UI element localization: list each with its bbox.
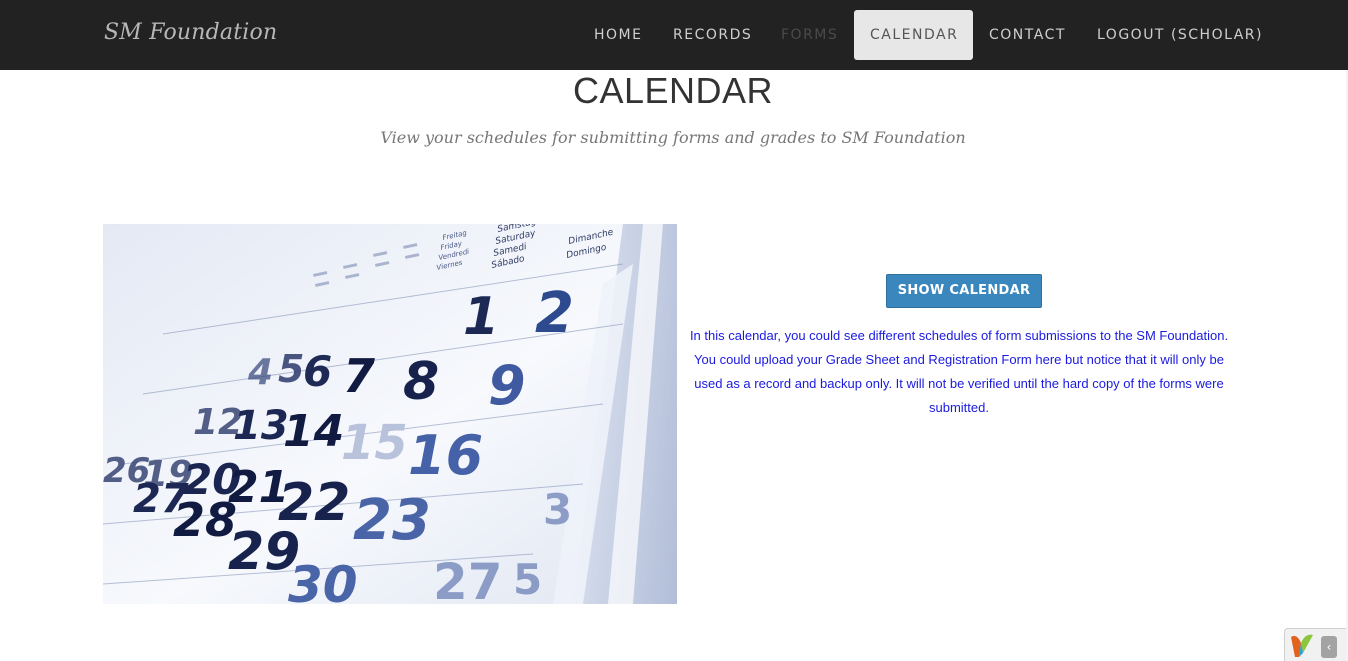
nav-calendar[interactable]: CALENDAR <box>854 10 973 60</box>
nav-records[interactable]: RECORDS <box>673 10 752 60</box>
day-23: 23 <box>353 488 431 553</box>
day-6: 6 <box>303 347 332 396</box>
day-1: 1 <box>463 287 499 347</box>
chevron-left-icon[interactable]: ‹ <box>1321 636 1337 658</box>
nav-contact[interactable]: CONTACT <box>989 10 1066 60</box>
yii-logo-icon <box>1291 634 1313 657</box>
svg-text:5: 5 <box>513 555 542 604</box>
day-5: 5 <box>278 347 304 391</box>
day-8: 8 <box>403 352 439 412</box>
page-subtitle: View your schedules for submitting forms… <box>380 128 966 147</box>
calendar-info-text: In this calendar, you could see differen… <box>689 328 1229 415</box>
day-9: 9 <box>488 354 526 417</box>
day-16: 16 <box>408 424 483 487</box>
calendar-image: Samstag Saturday Samedi Sábado Dimanche … <box>103 224 677 604</box>
nav-logout[interactable]: LOGOUT (SCHOLAR) <box>1097 10 1263 60</box>
day-2: 2 <box>535 281 574 346</box>
day-13: 13 <box>233 403 289 449</box>
day-14: 14 <box>283 406 344 457</box>
svg-text:27: 27 <box>433 553 503 604</box>
day-15: 15 <box>341 415 408 471</box>
show-calendar-button[interactable]: SHOW CALENDAR <box>886 274 1042 308</box>
page-title: CALENDAR <box>572 70 774 111</box>
nav-forms[interactable]: FORMS <box>781 10 838 60</box>
nav-home[interactable]: HOME <box>594 10 642 60</box>
svg-text:3: 3 <box>543 485 572 534</box>
day-7: 7 <box>343 349 375 403</box>
day-4: 4 <box>247 352 273 393</box>
brand-logo[interactable]: SM Foundation <box>104 20 277 45</box>
navbar: SM Foundation HOME RECORDS FORMS CALENDA… <box>0 0 1348 70</box>
day-30: 30 <box>288 556 358 604</box>
